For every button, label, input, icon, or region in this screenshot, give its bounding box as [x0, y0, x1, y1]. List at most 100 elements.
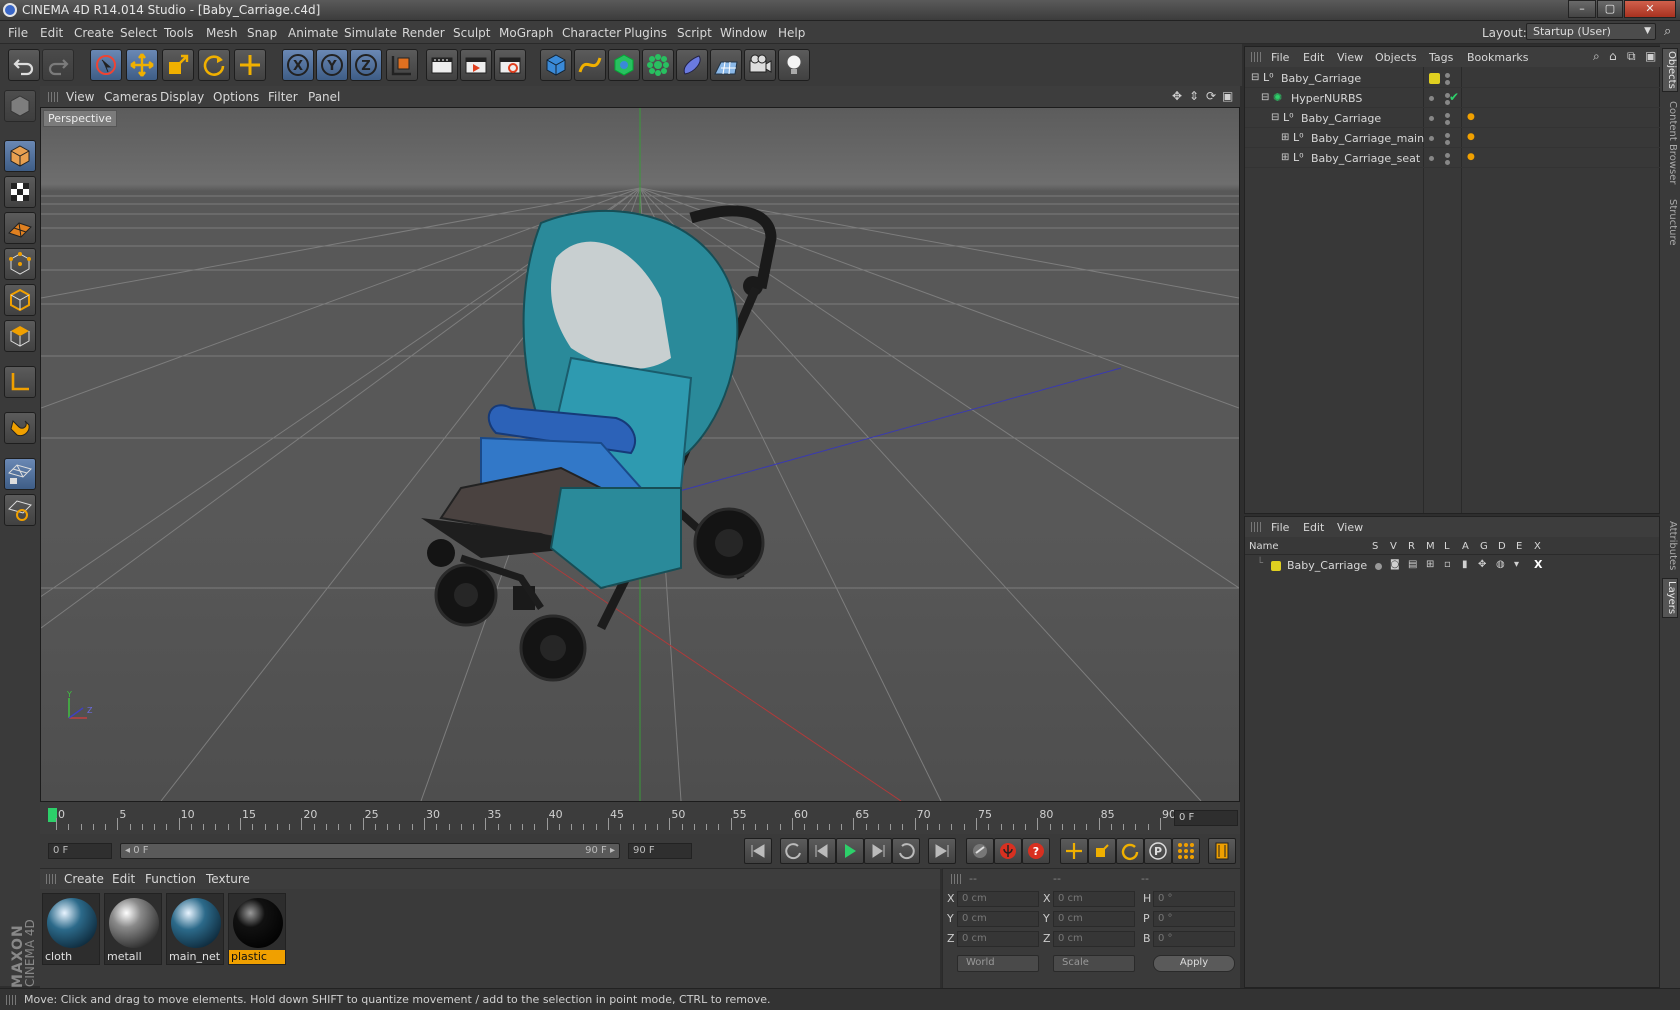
live-selection-icon[interactable] [90, 49, 122, 81]
layer-color-tag[interactable] [1429, 73, 1440, 84]
material-menu-function[interactable]: Function [145, 872, 196, 886]
material-menu-texture[interactable]: Texture [206, 872, 250, 886]
editor-visibility-dot[interactable] [1429, 96, 1434, 101]
material-menu-edit[interactable]: Edit [112, 872, 135, 886]
rotation-h-field[interactable]: 0 ° [1153, 891, 1235, 907]
menu-simulate[interactable]: Simulate [344, 26, 397, 40]
camera-icon[interactable] [744, 49, 776, 81]
spline-icon[interactable] [574, 49, 606, 81]
layer-col-locked[interactable]: L [1444, 541, 1450, 552]
undo-icon[interactable] [8, 49, 40, 81]
render-visibility-dot[interactable] [1445, 140, 1450, 145]
menu-window[interactable]: Window [720, 26, 767, 40]
start-frame-field[interactable]: 0 F [48, 843, 112, 859]
panel-grip[interactable] [951, 874, 961, 884]
layer-menu-view[interactable]: View [1337, 521, 1363, 534]
search-icon[interactable]: ⌕ [1664, 24, 1671, 39]
perspective-viewport[interactable]: Perspective Y Z [40, 107, 1240, 802]
tab-objects[interactable]: Objects [1662, 48, 1678, 92]
object-menu-edit[interactable]: Edit [1303, 51, 1324, 64]
panel-grip[interactable] [1251, 52, 1261, 62]
close-button[interactable]: ✕ [1624, 0, 1676, 18]
manager-icon[interactable]: ⊞ [1426, 559, 1434, 570]
key-position-icon[interactable] [1060, 838, 1088, 864]
viewport-menu-options[interactable]: Options [213, 90, 259, 104]
object-row[interactable]: ⊞ L⁰ Baby_Carriage_main ● [1245, 129, 1661, 148]
record-icon[interactable] [994, 838, 1022, 864]
timeline-window-icon[interactable] [1208, 838, 1236, 864]
model-mode-icon[interactable] [4, 140, 36, 172]
object-row[interactable]: ⊟ L⁰ Baby_Carriage ● [1245, 109, 1661, 128]
xref-icon[interactable]: X [1534, 558, 1542, 571]
menu-tools[interactable]: Tools [164, 26, 194, 40]
menu-character[interactable]: Character [562, 26, 621, 40]
tab-structure[interactable]: Structure [1662, 194, 1678, 250]
new-window-icon[interactable]: ⧉ [1627, 49, 1636, 64]
layer-col-solo[interactable]: S [1372, 541, 1378, 552]
render-visibility-dot[interactable] [1445, 160, 1450, 165]
object-menu-objects[interactable]: Objects [1375, 51, 1417, 64]
locked-workplane-icon[interactable] [4, 458, 36, 490]
material-tag-icon[interactable]: ● [1467, 132, 1475, 142]
menu-plugins[interactable]: Plugins [624, 26, 667, 40]
menu-create[interactable]: Create [74, 26, 114, 40]
object-row[interactable]: ⊟ ✺ HyperNURBS ✔ [1245, 89, 1661, 108]
edges-mode-icon[interactable] [4, 284, 36, 316]
object-row[interactable]: ⊟ L⁰ Baby_Carriage [1245, 69, 1661, 88]
menu-snap[interactable]: Snap [247, 26, 277, 40]
lock-icon[interactable]: ▫ [1444, 559, 1451, 570]
axis-mode-icon[interactable] [4, 366, 36, 398]
material-cloth[interactable]: cloth [42, 893, 100, 965]
search-icon[interactable]: ⌕ [1593, 49, 1600, 64]
home-icon[interactable]: ⌂ [1609, 49, 1617, 63]
move-icon[interactable] [126, 49, 158, 81]
render-icon[interactable]: ▤ [1408, 559, 1417, 570]
panel-grip[interactable] [6, 995, 16, 1005]
panel-grip[interactable] [1251, 522, 1261, 532]
menu-animate[interactable]: Animate [288, 26, 338, 40]
menu-sculpt[interactable]: Sculpt [453, 26, 490, 40]
keyframe-selection-icon[interactable] [966, 838, 994, 864]
viewport-menu-panel[interactable]: Panel [308, 90, 340, 104]
object-row[interactable]: ⊞ L⁰ Baby_Carriage_seat ● [1245, 149, 1661, 168]
frame-range-slider[interactable]: ◂ 0 F 90 F ▸ [120, 843, 620, 859]
z-axis-icon[interactable]: Z [350, 49, 382, 81]
collapse-icon[interactable]: ⊟ [1261, 92, 1269, 103]
autokey-help-icon[interactable]: ? [1022, 838, 1050, 864]
collapse-icon[interactable]: ⊟ [1251, 72, 1259, 83]
key-scale-icon[interactable] [1088, 838, 1116, 864]
key-point-level-icon[interactable] [1172, 838, 1200, 864]
panel-grip[interactable] [46, 874, 56, 884]
viewport-menu-filter[interactable]: Filter [268, 90, 298, 104]
size-x-field[interactable]: 0 cm [1053, 891, 1135, 907]
material-metall[interactable]: metall [104, 893, 162, 965]
menu-edit[interactable]: Edit [40, 26, 63, 40]
layer-menu-edit[interactable]: Edit [1303, 521, 1324, 534]
solo-toggle[interactable] [1375, 563, 1382, 570]
rotation-b-field[interactable]: 0 ° [1153, 931, 1235, 947]
material-main-net[interactable]: main_net [166, 893, 224, 965]
viewport-menu-view[interactable]: View [66, 90, 94, 104]
render-visibility-dot[interactable] [1445, 120, 1450, 125]
coordinate-system-icon[interactable] [386, 49, 418, 81]
menu-render[interactable]: Render [402, 26, 445, 40]
object-menu-tags[interactable]: Tags [1429, 51, 1453, 64]
editor-visibility-dot[interactable] [1445, 73, 1450, 78]
layer-col-render[interactable]: R [1408, 541, 1415, 552]
panel-grip[interactable] [48, 92, 58, 102]
go-to-start-icon[interactable] [744, 838, 772, 864]
redo-icon[interactable] [42, 49, 74, 81]
menu-help[interactable]: Help [778, 26, 805, 40]
deformer-icon[interactable] [676, 49, 708, 81]
object-menu-view[interactable]: View [1337, 51, 1363, 64]
maximize-button[interactable]: ▢ [1597, 0, 1623, 18]
position-z-field[interactable]: 0 cm [957, 931, 1039, 947]
menu-mograph[interactable]: MoGraph [499, 26, 554, 40]
layer-col-xref[interactable]: X [1534, 541, 1541, 552]
render-settings-icon[interactable] [494, 49, 526, 81]
rotate-icon[interactable] [198, 49, 230, 81]
expand-icon[interactable]: ⊞ [1281, 152, 1289, 163]
last-tool-icon[interactable] [234, 49, 266, 81]
menu-file[interactable]: File [8, 26, 28, 40]
animation-icon[interactable]: ▮ [1462, 559, 1468, 570]
